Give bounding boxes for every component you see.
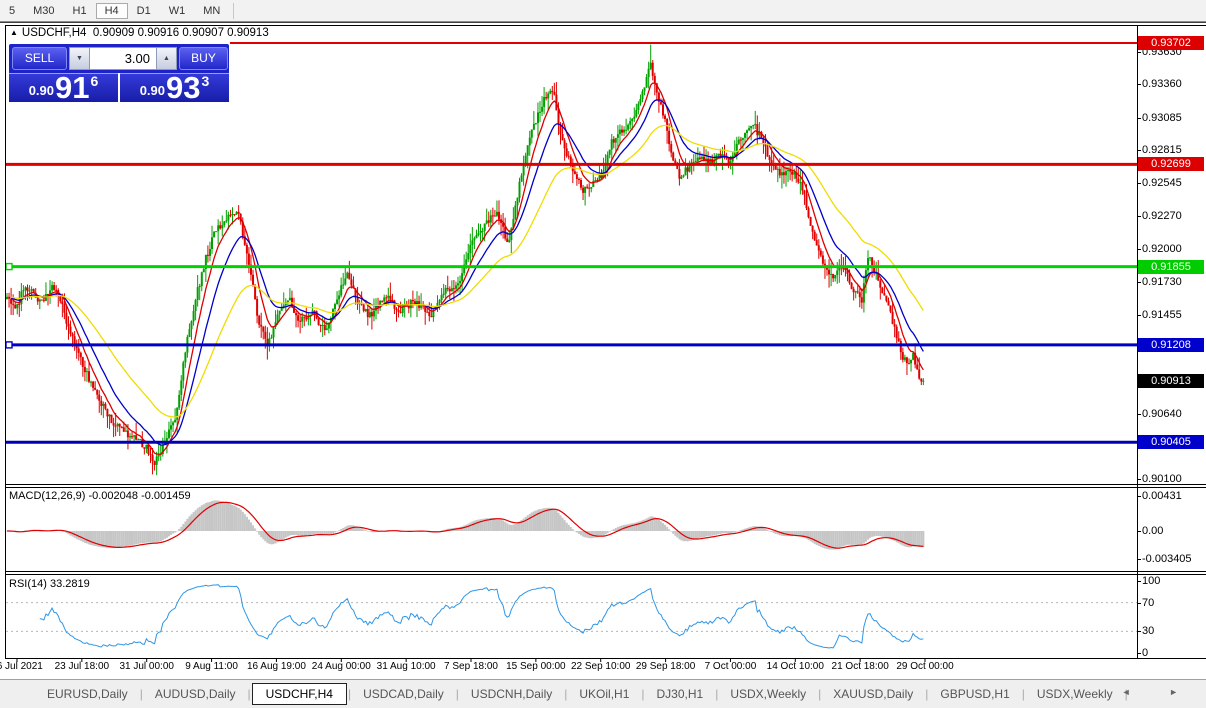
axis-tick	[1137, 479, 1141, 480]
price-badge-0.91208: 0.91208	[1138, 338, 1204, 352]
tab-audusd-daily[interactable]: AUDUSD,Daily	[144, 684, 247, 704]
axis-tick	[1137, 249, 1141, 250]
price-tick-label: 0.92000	[1142, 243, 1182, 255]
macd-tick-label: 0.00431	[1142, 490, 1182, 502]
tab-usdchf-h4[interactable]: USDCHF,H4	[252, 683, 347, 705]
price-tick-label: 0.93085	[1142, 112, 1182, 124]
timeframe-mn[interactable]: MN	[194, 3, 229, 19]
chart-symbol: USDCHF,H4	[22, 27, 87, 39]
axis-tick	[1137, 118, 1141, 119]
axis-tick	[1137, 603, 1141, 604]
chart-canvas[interactable]	[0, 23, 1206, 680]
chart-ohlc: 0.90909 0.90916 0.90907 0.90913	[93, 27, 269, 39]
timeframe-toolbar: 5M30H1H4D1W1MN	[0, 0, 1206, 22]
price-tick-label: 0.92545	[1142, 177, 1182, 189]
mt4-window: { "toolbar": {"items": ["5", "M30", "H1"…	[0, 0, 1206, 708]
tab-eurusd-daily[interactable]: EURUSD,Daily	[36, 684, 139, 704]
volume-increase-button[interactable]: ▲	[156, 47, 177, 70]
tab-usdcnh-daily[interactable]: USDCNH,Daily	[460, 684, 563, 704]
timeframe-m30[interactable]: M30	[24, 3, 63, 19]
axis-tick	[1137, 282, 1141, 283]
macd-indicator-label: MACD(12,26,9) -0.002048 -0.001459	[9, 490, 191, 502]
collapse-icon[interactable]: ▲	[10, 28, 18, 37]
symbol-tabbar: EURUSD,Daily|AUDUSD,Daily|USDCHF,H4|USDC…	[0, 679, 1206, 708]
tab-dj30-h1[interactable]: DJ30,H1	[646, 684, 715, 704]
axis-tick	[1137, 581, 1141, 582]
axis-tick	[1137, 84, 1141, 85]
rsi-tick-label: 30	[1142, 625, 1154, 637]
sell-button[interactable]: SELL	[12, 47, 67, 70]
price-badge-0.90405: 0.90405	[1138, 435, 1204, 449]
buy-price-sup: 3	[202, 73, 210, 89]
timeframe-h1[interactable]: H1	[64, 3, 96, 19]
price-badge-0.91855: 0.91855	[1138, 260, 1204, 274]
axis-tick	[1137, 631, 1141, 632]
price-tick-label: 0.92815	[1142, 144, 1182, 156]
sell-price-prefix: 0.90	[29, 83, 54, 98]
axis-tick	[1137, 52, 1141, 53]
chart-title-bar: ▲ USDCHF,H4 0.90909 0.90916 0.90907 0.909…	[10, 27, 269, 39]
price-tick-label: 0.91455	[1142, 309, 1182, 321]
axis-tick	[1137, 183, 1141, 184]
price-tick-label: 0.92270	[1142, 210, 1182, 222]
timeframe-5[interactable]: 5	[0, 3, 24, 19]
rsi-tick-label: 0	[1142, 647, 1148, 659]
price-tick-label: 0.90100	[1142, 473, 1182, 485]
buy-price-big: 93	[166, 75, 200, 101]
toolbar-separator	[233, 3, 234, 19]
macd-tick-label: -0.003405	[1142, 553, 1192, 565]
tab-xauusd-daily[interactable]: XAUUSD,Daily	[822, 684, 924, 704]
quote-display: 0.90 91 6 0.90 93 3	[9, 73, 229, 102]
price-badge-0.92699: 0.92699	[1138, 157, 1204, 171]
rsi-tick-label: 70	[1142, 597, 1154, 609]
price-badge-0.90913: 0.90913	[1138, 374, 1204, 388]
buy-price-prefix: 0.90	[140, 83, 165, 98]
tab-ukoil-h1[interactable]: UKOil,H1	[568, 684, 640, 704]
volume-decrease-button[interactable]: ▼	[69, 47, 90, 70]
sell-price-sup: 6	[91, 73, 99, 89]
rsi-tick-label: 100	[1142, 575, 1160, 587]
axis-tick	[1137, 216, 1141, 217]
timeframe-h4[interactable]: H4	[96, 3, 128, 19]
price-tick-label: 0.91730	[1142, 276, 1182, 288]
sell-price-big: 91	[55, 75, 89, 101]
tab-gbpusd-h1[interactable]: GBPUSD,H1	[929, 684, 1020, 704]
timeframe-w1[interactable]: W1	[160, 3, 195, 19]
sell-price-display[interactable]: 0.90 91 6	[9, 73, 118, 102]
axis-tick	[1137, 559, 1141, 560]
axis-tick	[1137, 531, 1141, 532]
axis-tick	[1137, 414, 1141, 415]
axis-tick	[1137, 315, 1141, 316]
rsi-indicator-label: RSI(14) 33.2819	[9, 578, 90, 590]
timeframe-d1[interactable]: D1	[128, 3, 160, 19]
axis-tick	[1137, 150, 1141, 151]
axis-tick	[1137, 653, 1141, 654]
buy-button[interactable]: BUY	[179, 47, 228, 70]
price-badge-0.93702: 0.93702	[1138, 36, 1204, 50]
tab-usdcad-daily[interactable]: USDCAD,Daily	[352, 684, 455, 704]
chart-window: ▲ USDCHF,H4 0.90909 0.90916 0.90907 0.909…	[0, 22, 1206, 680]
price-tick-label: 0.90640	[1142, 408, 1182, 420]
volume-field[interactable]: 3.00	[90, 47, 156, 70]
tab-usdx-weekly[interactable]: USDX,Weekly	[719, 684, 817, 704]
price-tick-label: 0.93360	[1142, 78, 1182, 90]
one-click-trading-panel: SELL ▼ 3.00 ▲ BUY 0.90 91 6 0.90 93 3	[9, 44, 229, 102]
buy-price-display[interactable]: 0.90 93 3	[120, 73, 229, 102]
axis-tick	[1137, 496, 1141, 497]
tabbar-scroll-arrows[interactable]: ◄ ►	[1122, 687, 1196, 697]
volume-stepper: ▼ 3.00 ▲	[69, 47, 177, 70]
tab-usdx-weekly[interactable]: USDX,Weekly	[1026, 684, 1124, 704]
macd-tick-label: 0.00	[1142, 525, 1163, 537]
